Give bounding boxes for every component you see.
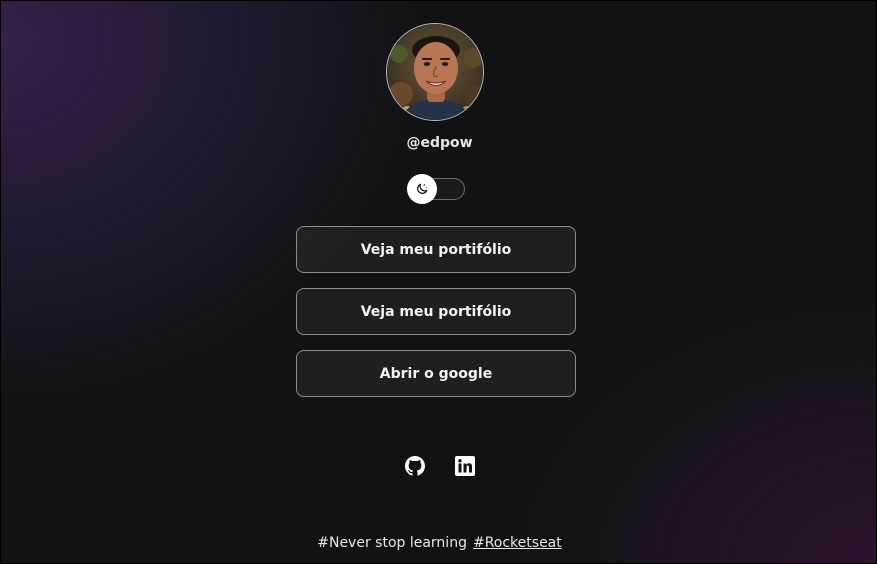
footer: #Never stop learning #Rocketseat	[1, 534, 877, 552]
moon-stars-icon	[417, 183, 428, 194]
github-link[interactable]	[404, 456, 425, 476]
rocketseat-link[interactable]: #Rocketseat	[473, 535, 562, 551]
username: @edpow	[406, 135, 473, 151]
toggle-knob	[407, 174, 437, 204]
portfolio-link-button[interactable]: Veja meu portifólio	[296, 226, 576, 273]
portfolio-link-button-2[interactable]: Veja meu portifólio	[296, 288, 576, 335]
avatar-photo	[387, 24, 483, 120]
google-link-button[interactable]: Abrir o google	[296, 350, 576, 397]
avatar	[386, 23, 484, 121]
footer-text: #Never stop learning	[317, 535, 467, 551]
theme-toggle-switch[interactable]	[407, 174, 465, 204]
github-icon	[404, 456, 425, 476]
links-list: Veja meu portifólio Veja meu portifólio …	[296, 226, 576, 412]
linkedin-icon	[454, 456, 475, 476]
linkedin-link[interactable]	[454, 456, 475, 476]
social-links	[1, 456, 877, 476]
